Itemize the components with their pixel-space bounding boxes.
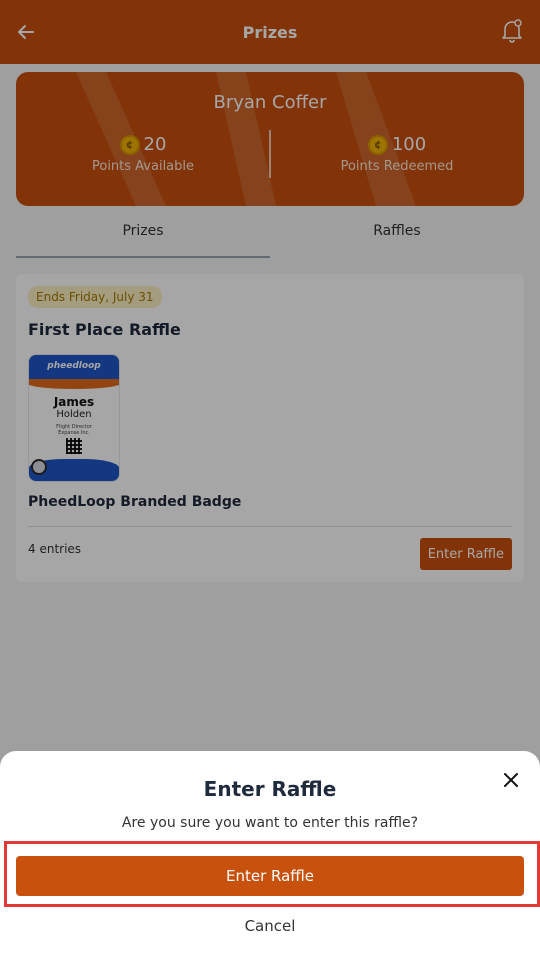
confirm-enter-raffle-button[interactable]: Enter Raffle <box>16 856 524 896</box>
confirm-sheet: Enter Raffle Are you sure you want to en… <box>0 751 540 960</box>
sheet-message: Are you sure you want to enter this raff… <box>121 815 419 831</box>
sheet-title: Enter Raffle <box>203 777 337 801</box>
cancel-button[interactable]: Cancel <box>0 917 540 935</box>
